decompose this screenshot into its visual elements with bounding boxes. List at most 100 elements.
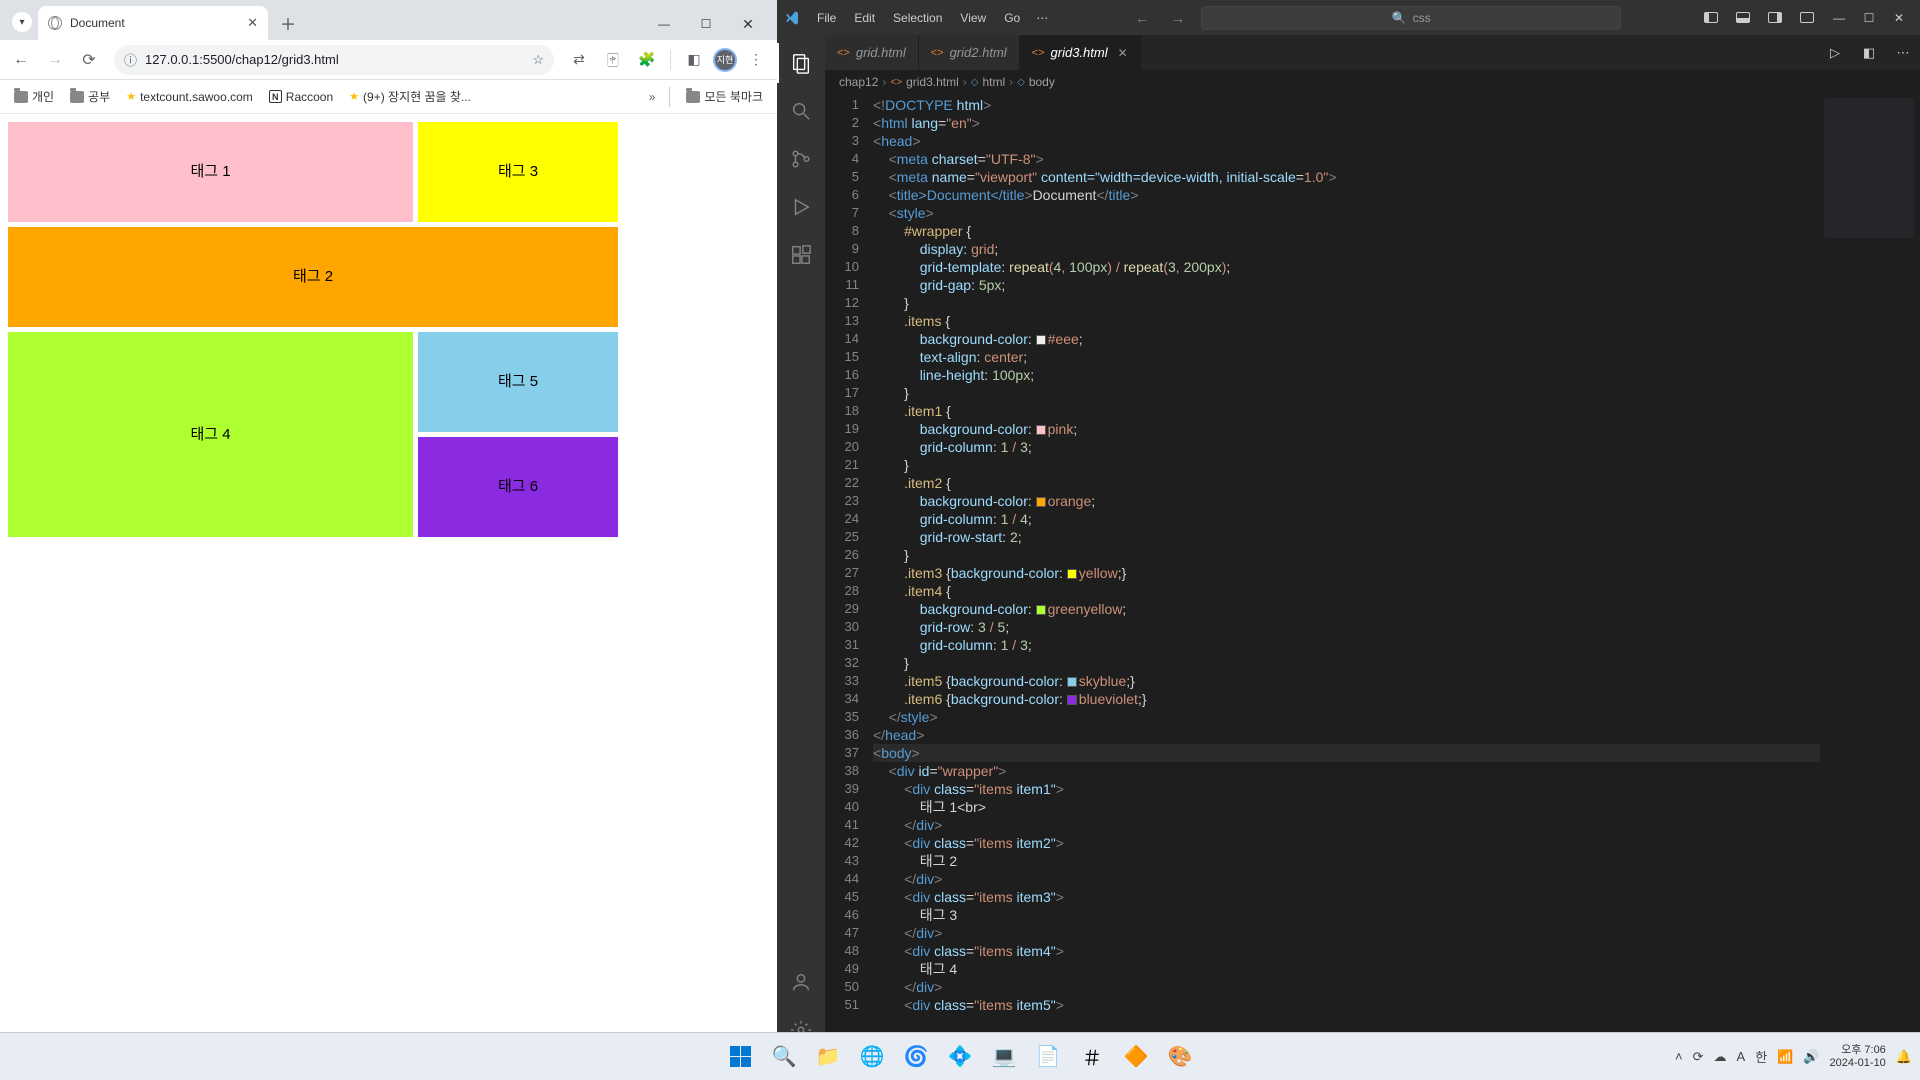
- bookmark-dream[interactable]: ★(9+) 장지현 꿈을 찾...: [343, 84, 477, 109]
- account-icon[interactable]: [777, 962, 825, 1002]
- titlebar-nav-forward[interactable]: →: [1165, 10, 1191, 26]
- site-info-icon[interactable]: ⓘ: [124, 50, 137, 69]
- new-tab-button[interactable]: ＋: [274, 9, 302, 37]
- tag-icon: ◇: [1017, 77, 1025, 88]
- browser-tab-active[interactable]: Document ✕: [38, 6, 268, 40]
- bookmark-textcount[interactable]: ★textcount.sawoo.com: [120, 86, 259, 108]
- grid-item-6: 태그 6: [418, 437, 618, 537]
- activity-bar: [777, 35, 825, 1058]
- split-editor-icon[interactable]: ◧: [1852, 35, 1886, 70]
- volume-icon[interactable]: 🔊: [1803, 1049, 1819, 1065]
- chrome-icon[interactable]: 🌐: [852, 1037, 892, 1077]
- editor-tab-grid2[interactable]: <>grid2.html: [919, 35, 1020, 70]
- titlebar-nav-back[interactable]: ←: [1129, 10, 1155, 26]
- grid-item-3: 태그 3: [418, 122, 618, 222]
- vscode-minimize-button[interactable]: —: [1824, 3, 1854, 33]
- chrome-menu-icon[interactable]: ⋮: [741, 45, 771, 75]
- layout-left-icon[interactable]: [1696, 3, 1726, 33]
- window-maximize-button[interactable]: ☐: [685, 8, 727, 40]
- tab-search-dropdown[interactable]: ▾: [12, 12, 32, 32]
- menu-go[interactable]: Go: [996, 7, 1028, 29]
- search-icon[interactable]: [777, 91, 825, 131]
- bookmark-folder-personal[interactable]: 개인: [8, 84, 60, 109]
- source-control-icon[interactable]: [777, 139, 825, 179]
- vscode-close-button[interactable]: ✕: [1884, 3, 1914, 33]
- folder-icon: [70, 91, 84, 103]
- chrome-tabbar: ▾ Document ✕ ＋ — ☐ ✕: [0, 0, 777, 40]
- bookmark-raccoon[interactable]: NRaccoon: [263, 86, 339, 108]
- editor-more-icon[interactable]: ⋯: [1886, 35, 1920, 70]
- nav-back-button[interactable]: ←: [6, 45, 36, 75]
- grid-item-4: 태그 4: [8, 332, 413, 537]
- tab-close-icon[interactable]: ✕: [247, 15, 258, 31]
- html-file-icon: <>: [931, 47, 944, 59]
- layout-bottom-icon[interactable]: [1728, 3, 1758, 33]
- paint-icon[interactable]: 🎨: [1160, 1037, 1200, 1077]
- editor-tab-grid[interactable]: <>grid.html: [825, 35, 919, 70]
- breadcrumb[interactable]: chap12 › <> grid3.html › ◇ html › ◇ body: [825, 70, 1920, 94]
- bookmark-all[interactable]: 모든 북마크: [680, 84, 769, 109]
- extensions-icon[interactable]: 🧩: [632, 45, 662, 75]
- onedrive-icon[interactable]: ⟳: [1693, 1049, 1704, 1065]
- menu-edit[interactable]: Edit: [846, 7, 883, 29]
- nav-forward-button[interactable]: →: [40, 45, 70, 75]
- layout-customize-icon[interactable]: [1792, 3, 1822, 33]
- menu-file[interactable]: File: [809, 7, 844, 29]
- profile-avatar[interactable]: 지현: [713, 48, 737, 72]
- windows-taskbar: 🔍 📁 🌐 🌀 💠 💻 📄 ＃ 🔶 🎨 ˄ ⟳ ☁ A 한 📶 🔊 오후 7:0…: [0, 1032, 1920, 1080]
- app-icon-2[interactable]: 🔶: [1116, 1037, 1156, 1077]
- file-explorer-icon[interactable]: 📁: [808, 1037, 848, 1077]
- side-panel-icon[interactable]: ◧: [679, 45, 709, 75]
- cloud-icon[interactable]: ☁: [1714, 1049, 1727, 1065]
- html-file-icon: <>: [837, 47, 850, 59]
- vscode-maximize-button[interactable]: ☐: [1854, 3, 1884, 33]
- code-content[interactable]: <!DOCTYPE html><html lang="en"><head> <m…: [873, 94, 1820, 1058]
- grid-wrapper: 태그 1 태그 3 태그 2 태그 4 태그 5 태그 6: [8, 122, 623, 537]
- code-editor[interactable]: 1234567891011121314151617181920212223242…: [825, 94, 1920, 1058]
- html-file-icon: <>: [890, 77, 902, 88]
- menu-view[interactable]: View: [952, 7, 994, 29]
- window-minimize-button[interactable]: —: [643, 8, 685, 40]
- star-icon: ★: [126, 90, 136, 103]
- run-debug-icon[interactable]: [777, 187, 825, 227]
- menu-selection[interactable]: Selection: [885, 7, 950, 29]
- app-icon[interactable]: 💠: [940, 1037, 980, 1077]
- taskbar-search-icon[interactable]: 🔍: [764, 1037, 804, 1077]
- editor-tab-grid3[interactable]: <>grid3.html✕: [1020, 35, 1141, 70]
- tray-chevron-icon[interactable]: ˄: [1675, 1049, 1683, 1064]
- bookmarks-overflow-button[interactable]: »: [645, 90, 660, 104]
- clock[interactable]: 오후 7:06 2024-01-10: [1830, 1044, 1886, 1070]
- notion-icon[interactable]: 📄: [1028, 1037, 1068, 1077]
- ime-a-icon[interactable]: A: [1737, 1049, 1746, 1064]
- start-button[interactable]: [720, 1037, 760, 1077]
- url-bar[interactable]: ⓘ 127.0.0.1:5500/chap12/grid3.html ☆: [114, 45, 554, 75]
- line-numbers: 1234567891011121314151617181920212223242…: [825, 94, 873, 1058]
- minimap[interactable]: [1820, 94, 1920, 1058]
- vscode-titlebar: File Edit Selection View Go ⋯ ← → 🔍 css …: [777, 0, 1920, 35]
- slack-icon[interactable]: ＃: [1072, 1037, 1112, 1077]
- translate-icon[interactable]: 🀄︎: [598, 45, 628, 75]
- tab-close-icon[interactable]: ✕: [1118, 46, 1128, 60]
- ime-han-icon[interactable]: 한: [1755, 1047, 1767, 1066]
- menu-overflow[interactable]: ⋯: [1030, 7, 1054, 29]
- page-content: 태그 1 태그 3 태그 2 태그 4 태그 5 태그 6: [0, 114, 777, 1080]
- vscode-taskbar-icon[interactable]: 💻: [984, 1037, 1024, 1077]
- url-text: 127.0.0.1:5500/chap12/grid3.html: [145, 52, 524, 67]
- bookmark-star-icon[interactable]: ☆: [532, 52, 544, 68]
- command-center-search[interactable]: 🔍 css: [1201, 6, 1621, 30]
- html-file-icon: <>: [1032, 47, 1045, 59]
- grid-item-2: 태그 2: [8, 227, 618, 327]
- notifications-bell-icon[interactable]: 🔔: [1896, 1049, 1912, 1065]
- extensions-icon[interactable]: [777, 235, 825, 275]
- editor-tabs: <>grid.html <>grid2.html <>grid3.html✕ ▷…: [825, 35, 1920, 70]
- window-close-button[interactable]: ✕: [727, 8, 769, 40]
- chrome-window: ▾ Document ✕ ＋ — ☐ ✕ ← → ⟳ ⓘ 127.0.0.1:5…: [0, 0, 777, 1080]
- edge-icon[interactable]: 🌀: [896, 1037, 936, 1077]
- explorer-icon[interactable]: [777, 43, 825, 83]
- network-icon[interactable]: 📶: [1777, 1049, 1793, 1065]
- share-icon[interactable]: ⇄: [564, 45, 594, 75]
- nav-reload-button[interactable]: ⟳: [74, 45, 104, 75]
- layout-right-icon[interactable]: [1760, 3, 1790, 33]
- run-file-icon[interactable]: ▷: [1818, 35, 1852, 70]
- bookmark-folder-share[interactable]: 공부: [64, 84, 116, 109]
